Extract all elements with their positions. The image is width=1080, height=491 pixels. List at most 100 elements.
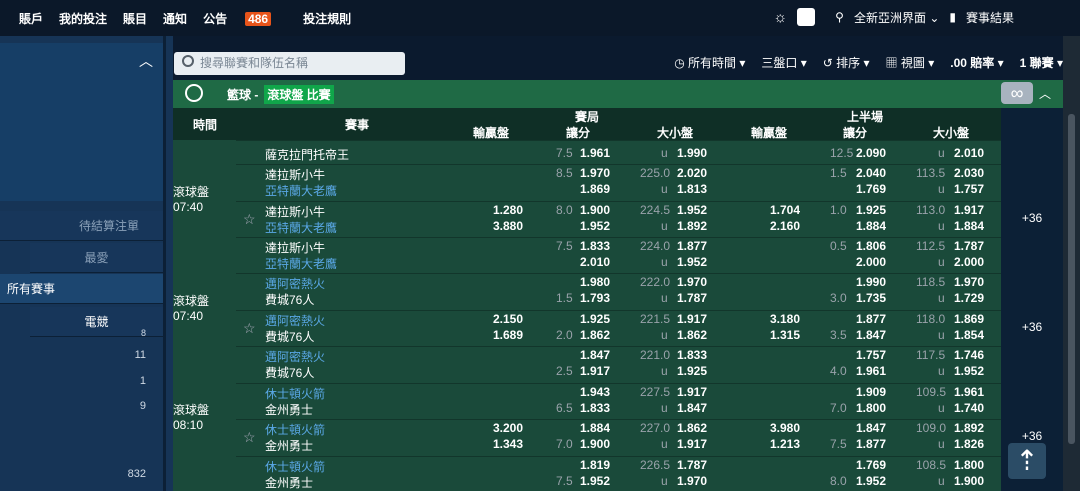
- left-tab-blank[interactable]: [0, 211, 55, 241]
- handicap-odds-away[interactable]: 1.862: [580, 328, 610, 342]
- handicap-odds-home[interactable]: 1.943: [580, 385, 610, 399]
- half-over-odds[interactable]: 1.746: [954, 348, 984, 362]
- half-under-odds[interactable]: 1.826: [954, 437, 984, 451]
- odds-filter[interactable]: .00 賠率 ▾: [950, 54, 1003, 71]
- all-events-item[interactable]: 所有賽事: [0, 274, 163, 304]
- half-handicap-odds-home[interactable]: 2.090: [856, 146, 886, 160]
- handicap-odds-away[interactable]: 1.793: [580, 291, 610, 305]
- moneyline-home[interactable]: 1.280: [493, 203, 523, 217]
- over-odds[interactable]: 1.917: [677, 312, 707, 326]
- half-handicap-odds-away[interactable]: 1.735: [856, 291, 886, 305]
- under-odds[interactable]: 1.917: [677, 437, 707, 451]
- handicap-odds-home[interactable]: 1.970: [580, 166, 610, 180]
- under-odds[interactable]: 1.787: [677, 291, 707, 305]
- handicap-odds-home[interactable]: 1.819: [580, 458, 610, 472]
- half-moneyline-home[interactable]: 3.180: [770, 312, 800, 326]
- view-filter[interactable]: ▦ 視圖 ▾: [886, 54, 935, 71]
- search-input[interactable]: 搜尋聯賽和隊伍名稱: [174, 52, 405, 75]
- half-handicap-odds-away[interactable]: 2.000: [856, 255, 886, 269]
- half-handicap-odds-home[interactable]: 2.040: [856, 166, 886, 180]
- nav-account[interactable]: 賬戶: [19, 10, 43, 27]
- half-moneyline-away[interactable]: 1.315: [770, 328, 800, 342]
- page-scrollbar[interactable]: [1063, 36, 1080, 491]
- over-odds[interactable]: 1.862: [677, 421, 707, 435]
- nav-announcements[interactable]: 公告 486: [203, 10, 287, 27]
- half-over-odds[interactable]: 1.787: [954, 239, 984, 253]
- results-link[interactable]: 賽事結果: [966, 9, 1014, 26]
- half-under-odds[interactable]: 1.900: [954, 474, 984, 488]
- over-odds[interactable]: 1.877: [677, 239, 707, 253]
- under-odds[interactable]: 1.862: [677, 328, 707, 342]
- handicap-odds-away[interactable]: 1.833: [580, 401, 610, 415]
- handicap-odds-home[interactable]: 1.961: [580, 146, 610, 160]
- over-odds[interactable]: 1.833: [677, 348, 707, 362]
- half-handicap-odds-home[interactable]: 1.925: [856, 203, 886, 217]
- half-under-odds[interactable]: 1.740: [954, 401, 984, 415]
- handicap-odds-away[interactable]: 2.010: [580, 255, 610, 269]
- half-under-odds[interactable]: 1.757: [954, 182, 984, 196]
- more-markets-link[interactable]: +36: [1001, 320, 1063, 334]
- half-under-odds[interactable]: 1.854: [954, 328, 984, 342]
- half-over-odds[interactable]: 1.970: [954, 275, 984, 289]
- half-handicap-odds-away[interactable]: 1.800: [856, 401, 886, 415]
- half-under-odds[interactable]: 1.952: [954, 364, 984, 378]
- over-odds[interactable]: 1.917: [677, 385, 707, 399]
- nav-notifications[interactable]: 通知: [163, 10, 187, 27]
- more-markets-link[interactable]: +36: [1001, 429, 1063, 443]
- half-moneyline-away[interactable]: 2.160: [770, 219, 800, 233]
- half-handicap-odds-home[interactable]: 1.847: [856, 421, 886, 435]
- half-moneyline-home[interactable]: 1.704: [770, 203, 800, 217]
- handicap-odds-away[interactable]: 1.869: [580, 182, 610, 196]
- handicap-odds-away[interactable]: 1.917: [580, 364, 610, 378]
- half-handicap-odds-home[interactable]: 1.909: [856, 385, 886, 399]
- half-handicap-odds-away[interactable]: 1.847: [856, 328, 886, 342]
- half-over-odds[interactable]: 2.030: [954, 166, 984, 180]
- half-handicap-odds-home[interactable]: 1.757: [856, 348, 886, 362]
- half-under-odds[interactable]: 1.729: [954, 291, 984, 305]
- half-under-odds[interactable]: 2.010: [954, 146, 984, 160]
- half-moneyline-away[interactable]: 1.213: [770, 437, 800, 451]
- moneyline-home[interactable]: 3.200: [493, 421, 523, 435]
- under-odds[interactable]: 1.925: [677, 364, 707, 378]
- half-handicap-odds-away[interactable]: 1.769: [856, 182, 886, 196]
- half-handicap-odds-home[interactable]: 1.990: [856, 275, 886, 289]
- handicap-odds-home[interactable]: 1.980: [580, 275, 610, 289]
- over-odds[interactable]: 1.970: [677, 275, 707, 289]
- over-odds[interactable]: 1.787: [677, 458, 707, 472]
- lines-filter[interactable]: 三盤口 ▾: [761, 54, 806, 71]
- theme-toggle[interactable]: [797, 8, 816, 26]
- half-handicap-odds-home[interactable]: 1.877: [856, 312, 886, 326]
- half-handicap-odds-away[interactable]: 1.877: [856, 437, 886, 451]
- half-handicap-odds-home[interactable]: 1.769: [856, 458, 886, 472]
- interface-selector[interactable]: 全新亞洲界面 ⌄: [854, 9, 939, 26]
- sun-icon[interactable]: ☼: [773, 9, 787, 26]
- half-over-odds[interactable]: 1.961: [954, 385, 984, 399]
- moneyline-away[interactable]: 3.880: [493, 219, 523, 233]
- moneyline-away[interactable]: 1.343: [493, 437, 523, 451]
- half-handicap-odds-away[interactable]: 1.884: [856, 219, 886, 233]
- handicap-odds-home[interactable]: 1.847: [580, 348, 610, 362]
- scroll-to-top-button[interactable]: ⇡: [1008, 443, 1046, 479]
- handicap-odds-away[interactable]: 1.952: [580, 474, 610, 488]
- half-over-odds[interactable]: 1.917: [954, 203, 984, 217]
- league-filter[interactable]: 1 聯賽 ▾: [1020, 54, 1063, 71]
- half-moneyline-home[interactable]: 3.980: [770, 421, 800, 435]
- handicap-odds-home[interactable]: 1.884: [580, 421, 610, 435]
- handicap-odds-home[interactable]: 1.900: [580, 203, 610, 217]
- under-odds[interactable]: 1.990: [677, 146, 707, 160]
- half-under-odds[interactable]: 2.000: [954, 255, 984, 269]
- half-over-odds[interactable]: 1.869: [954, 312, 984, 326]
- half-handicap-odds-away[interactable]: 1.961: [856, 364, 886, 378]
- favorites-tab[interactable]: 最愛: [30, 243, 163, 273]
- nav-my-bets[interactable]: 我的投注: [59, 10, 107, 27]
- more-markets-link[interactable]: +36: [1001, 211, 1063, 225]
- nav-rules[interactable]: 投注規則: [303, 10, 351, 27]
- moneyline-away[interactable]: 1.689: [493, 328, 523, 342]
- handicap-odds-away[interactable]: 1.900: [580, 437, 610, 451]
- collapse-icon[interactable]: ︿: [1039, 85, 1051, 102]
- half-handicap-odds-home[interactable]: 1.806: [856, 239, 886, 253]
- under-odds[interactable]: 1.847: [677, 401, 707, 415]
- pending-bets-tab[interactable]: 待結算注單: [55, 211, 163, 241]
- left-scrollbar[interactable]: [163, 36, 166, 491]
- under-odds[interactable]: 1.892: [677, 219, 707, 233]
